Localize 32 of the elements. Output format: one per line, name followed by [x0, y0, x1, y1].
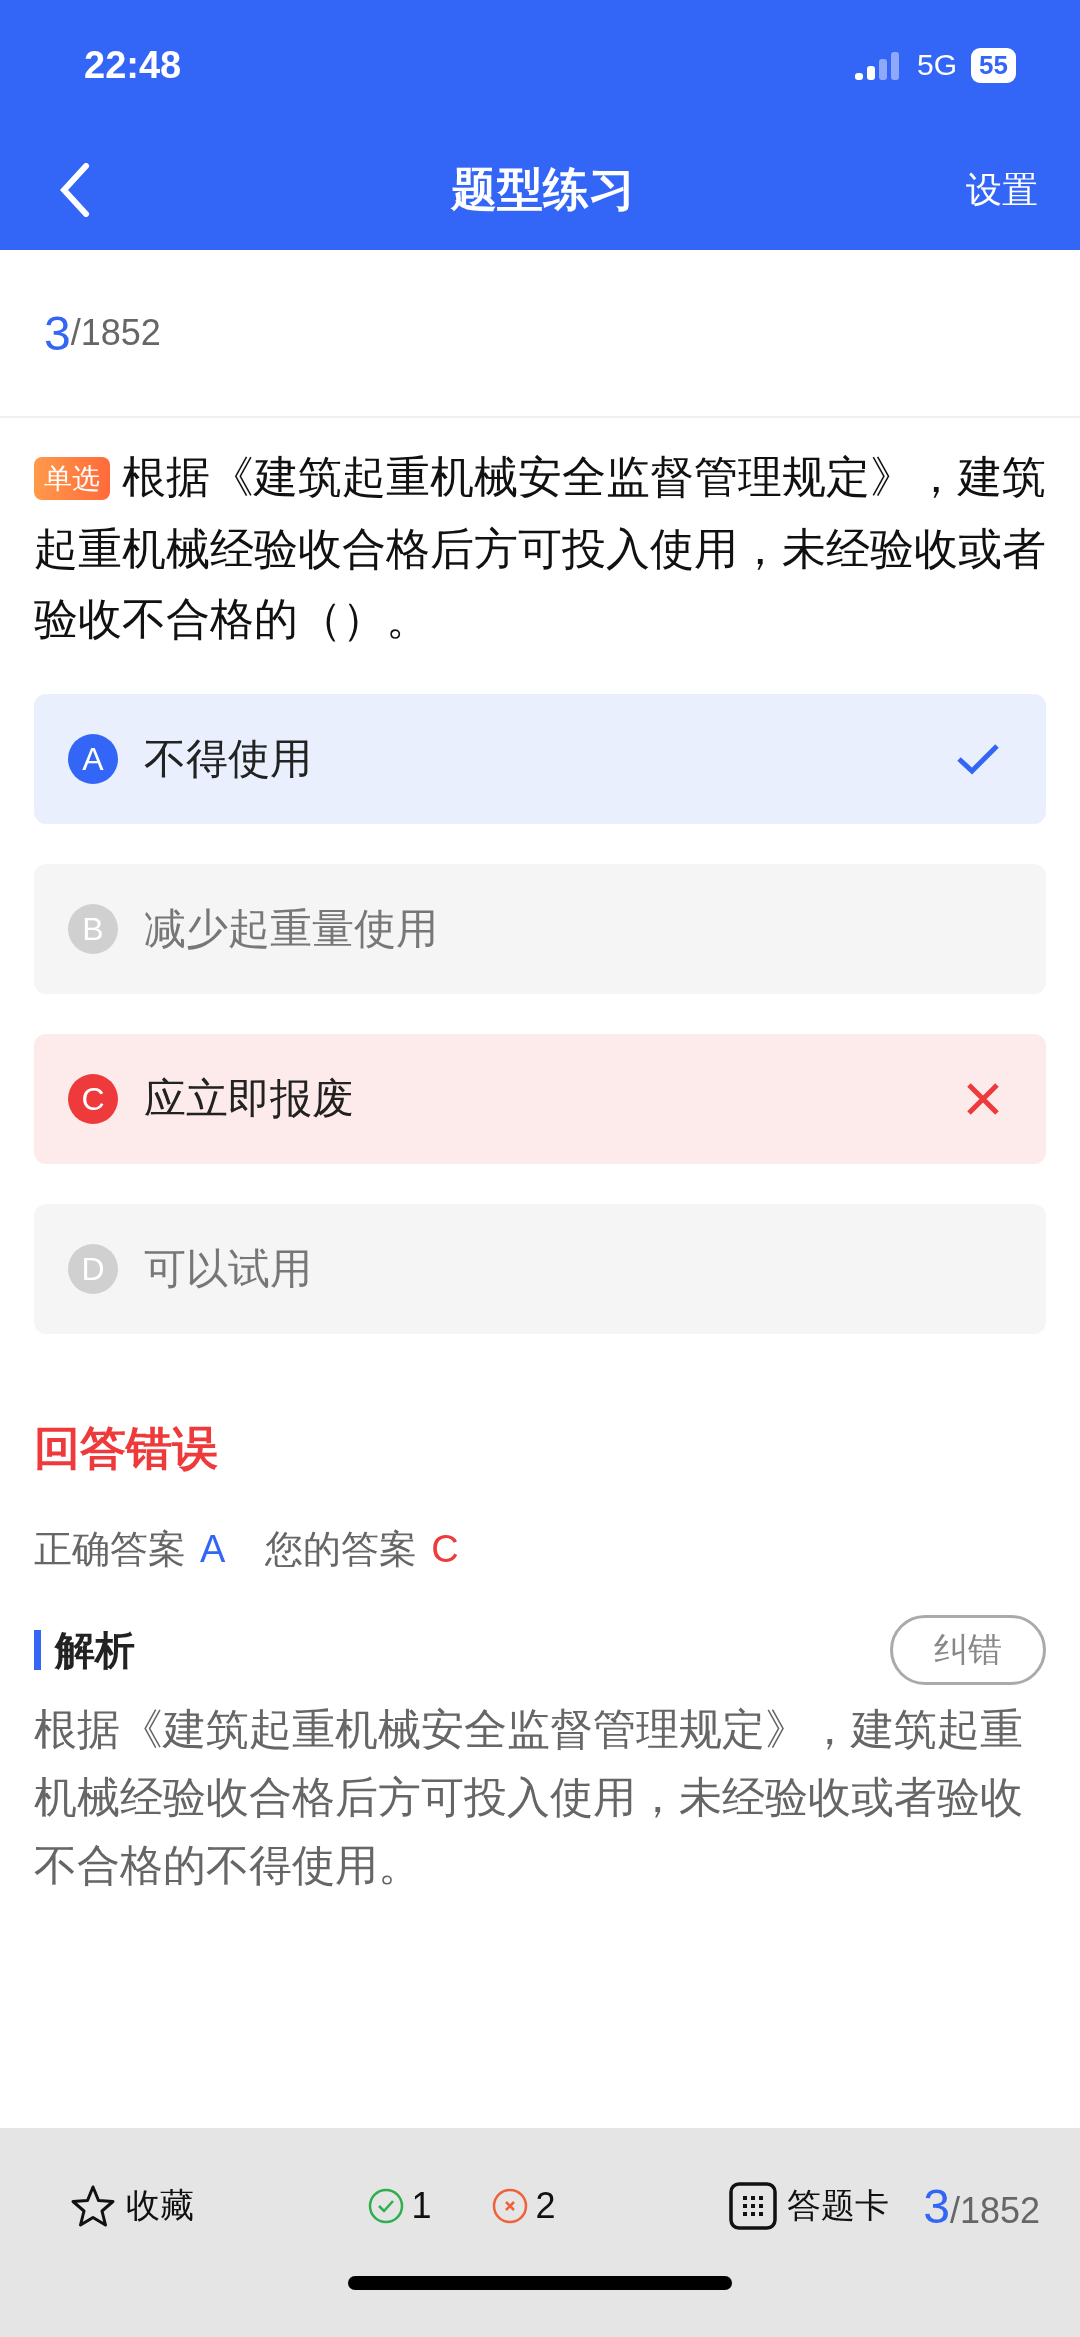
answer-card-button[interactable]: 答题卡 — [729, 2182, 890, 2230]
your-answer: C — [431, 1528, 459, 1571]
settings-link[interactable]: 设置 — [966, 165, 1038, 215]
correct-answer-label: 正确答案 — [34, 1527, 186, 1572]
cross-circle-icon — [491, 2188, 528, 2224]
report-error-button[interactable]: 纠错 — [890, 1615, 1046, 1685]
analysis-text: 根据《建筑起重机械安全监督管理规定》，建筑起重机械经验收合格后方可投入使用，未经验收或者验收不合格的不得使用。 — [34, 1704, 1024, 1891]
analysis-title: 解析 — [34, 1630, 135, 1670]
status-time: 22:48 — [84, 43, 182, 87]
answer-option[interactable]: A 不得使用 — [34, 694, 1046, 824]
grid-icon — [729, 2182, 778, 2230]
answer-option[interactable]: C 应立即报废 — [34, 1034, 1046, 1164]
favorite-button[interactable]: 收藏 — [70, 2183, 194, 2229]
cross-icon — [966, 1082, 1000, 1116]
right-count: 1 — [411, 2185, 432, 2227]
page-title: 题型练习 — [451, 162, 635, 217]
result-title: 回答错误 — [34, 1421, 219, 1476]
current-number: 3 — [923, 2179, 950, 2233]
check-circle-icon — [367, 2188, 404, 2224]
current-number: 3 — [44, 305, 71, 361]
your-answer-label: 您的答案 — [265, 1527, 418, 1572]
check-icon — [956, 742, 1000, 776]
option-letter: A — [68, 734, 118, 784]
total-count: /1852 — [949, 2189, 1040, 2231]
option-letter: C — [68, 1074, 118, 1124]
network-label: 5G — [917, 48, 958, 82]
wrong-count: 2 — [535, 2185, 556, 2227]
total-count: /1852 — [70, 312, 161, 354]
question-type-tag: 单选 — [34, 457, 110, 500]
star-icon — [70, 2184, 116, 2228]
battery-level: 55 — [971, 47, 1016, 83]
correct-answer: A — [200, 1528, 226, 1571]
